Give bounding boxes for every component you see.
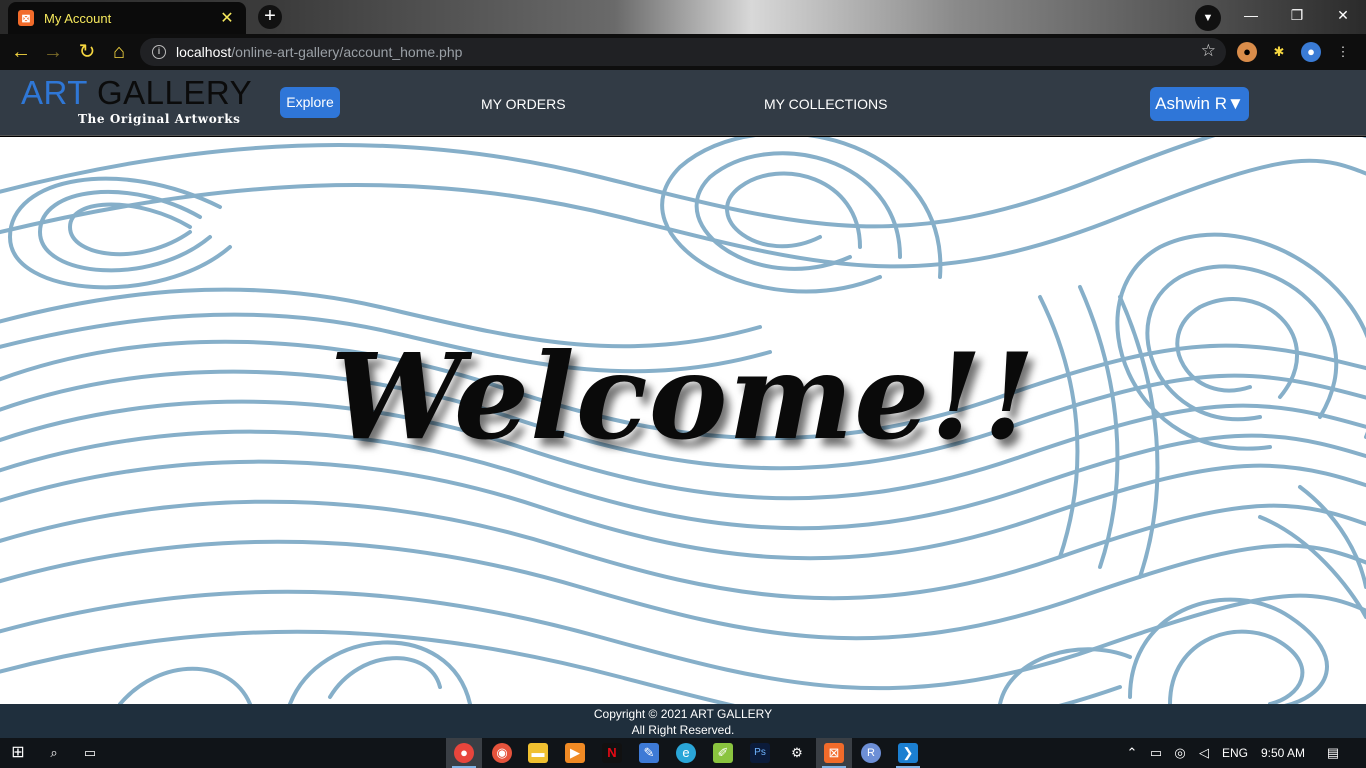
logo-tagline: The Original Artworks [78,112,241,126]
site-navbar: ART GALLERY The Original Artworks Explor… [0,70,1366,136]
xampp-icon[interactable]: ⊠ [824,743,844,763]
info-icon[interactable]: i [152,45,166,59]
notepad-icon[interactable]: ✐ [713,743,733,763]
welcome-heading: Welcome!! [330,327,1036,466]
media-player-icon[interactable]: ▶ [565,743,585,763]
language-indicator[interactable]: ENG [1222,746,1248,760]
tab-search-icon[interactable]: ▼ [1195,5,1221,31]
nav-my-orders[interactable]: MY ORDERS [481,96,566,112]
explore-button[interactable]: Explore [280,87,340,118]
bookmark-star-icon[interactable]: ☆ [1201,41,1216,61]
windows-start-icon[interactable]: ⊞ [8,743,28,763]
nav-my-collections[interactable]: MY COLLECTIONS [764,96,887,112]
site-logo[interactable]: ART GALLERY [21,74,252,112]
screen-recorder-icon[interactable]: ◉ [492,743,512,763]
vscode-icon[interactable]: ❯ [898,743,918,763]
url-path: /online-art-gallery/account_home.php [231,44,463,60]
close-window-icon[interactable]: ✕ [1320,4,1366,28]
netflix-icon[interactable]: N [602,743,622,763]
photoshop-icon[interactable]: Ps [750,743,770,763]
paint-icon[interactable]: ✎ [639,743,659,763]
logo-art: ART [21,74,88,111]
tab-title: My Account [44,10,112,26]
network-globe-icon[interactable]: ◎ [1170,743,1190,763]
user-menu-button[interactable]: Ashwin R▼ [1150,87,1249,121]
minimize-icon[interactable]: — [1228,4,1274,28]
back-icon[interactable]: ← [8,40,34,64]
footer-rights: All Right Reserved. [631,723,735,737]
home-icon[interactable]: ⌂ [106,40,132,64]
profile-avatar-icon[interactable]: ● [1301,42,1321,62]
xampp-icon: ⊠ [18,10,34,26]
file-explorer-icon[interactable]: ▬ [528,743,548,763]
forward-icon[interactable]: → [40,40,66,64]
browser-toolbar: ← → ↻ ⌂ i localhost /online-art-gallery/… [0,34,1366,70]
windows-taskbar: ⊞ ⌕ ▭ ● ◉ ▬ ▶ N ✎ e ✐ Ps ⚙ ⊠ R ❯ ⌃ ▭ ◎ ◁… [0,738,1366,768]
volume-icon[interactable]: ◁ [1194,743,1214,763]
clock[interactable]: 9:50 AM [1261,746,1305,760]
browser-tab-my-account[interactable]: ⊠ My Account ✕ [8,2,246,34]
welcome-hero: Welcome!! [0,137,1366,704]
extensions-puzzle-icon[interactable]: ✱ [1269,42,1289,62]
settings-icon[interactable]: ⚙ [787,743,807,763]
url-host: localhost [176,44,232,60]
tab-close-icon[interactable]: ✕ [218,8,236,28]
restore-icon[interactable]: ❐ [1274,4,1320,28]
footer-copyright: Copyright © 2021 ART GALLERY [593,707,773,721]
address-bar[interactable]: i localhost /online-art-gallery/account_… [140,38,1226,66]
tray-chevron-up-icon[interactable]: ⌃ [1122,743,1142,763]
site-footer: Copyright © 2021 ART GALLERY All Right R… [0,704,1366,738]
reload-icon[interactable]: ↻ [74,40,100,64]
search-icon[interactable]: ⌕ [44,743,64,763]
chrome-icon[interactable]: ● [454,743,474,763]
logo-gallery: GALLERY [96,74,253,111]
extension-monkey-icon[interactable]: ● [1237,42,1257,62]
notification-icon[interactable]: ▤ [1323,743,1343,763]
browser-tabstrip: ⊠ My Account ✕ + ▼ — ❐ ✕ [0,0,1366,34]
new-tab-button[interactable]: + [258,5,282,29]
edge-icon[interactable]: e [676,743,696,763]
r-icon[interactable]: R [861,743,881,763]
battery-icon[interactable]: ▭ [1146,743,1166,763]
menu-kebab-icon[interactable]: ⋮ [1333,42,1353,62]
task-view-icon[interactable]: ▭ [80,743,100,763]
